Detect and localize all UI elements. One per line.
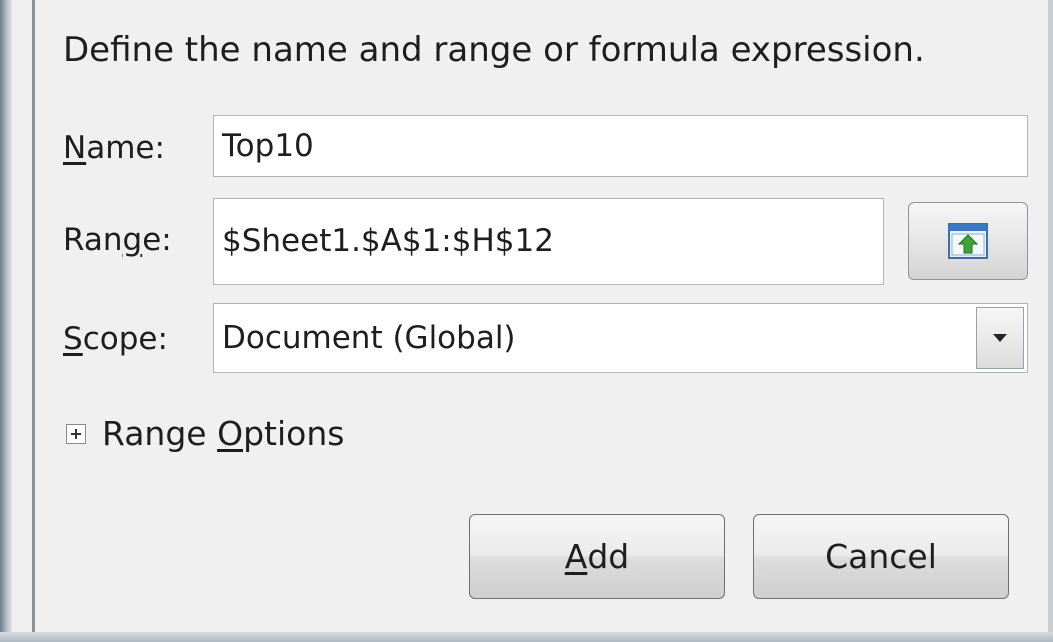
scope-select[interactable]: Document (Global) [213, 303, 1028, 373]
cancel-button[interactable]: Cancel [753, 514, 1009, 599]
name-input-value: Top10 [222, 128, 314, 164]
range-input[interactable]: $Sheet1.$A$1:$H$12 [213, 198, 884, 285]
add-button[interactable]: Add [469, 514, 725, 599]
expand-plus-icon[interactable] [66, 423, 86, 444]
range-label: Range: [63, 222, 172, 258]
window-right-frame [1048, 0, 1053, 642]
name-input[interactable]: Top10 [213, 115, 1028, 177]
window-frame-divider [32, 0, 35, 642]
chevron-down-icon [993, 334, 1007, 342]
window-left-frame [0, 0, 12, 642]
scope-dropdown-button[interactable] [976, 307, 1024, 369]
shrink-button[interactable] [908, 202, 1028, 280]
scope-select-value: Document (Global) [222, 320, 516, 356]
name-label: Name: [63, 130, 165, 166]
window-bottom-frame [0, 632, 1053, 642]
range-options-expander[interactable]: Range Options [66, 414, 344, 453]
scope-label: Scope: [63, 321, 168, 357]
shrink-to-sheet-icon [948, 223, 988, 259]
range-input-value: $Sheet1.$A$1:$H$12 [222, 223, 554, 259]
dialog-instruction: Define the name and range or formula exp… [63, 30, 925, 70]
range-options-label[interactable]: Range Options [102, 414, 344, 453]
